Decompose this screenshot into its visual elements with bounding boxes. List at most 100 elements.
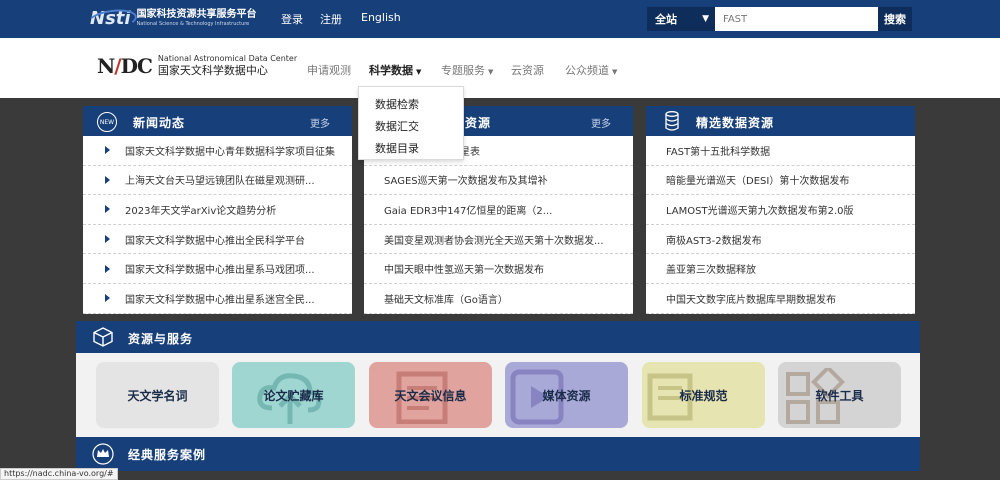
list-item[interactable]: 暗能量光谱巡天（DESI）第十次数据发布 [646, 166, 915, 196]
triangle-bullet-icon [105, 205, 110, 214]
news-more-link[interactable]: 更多 [310, 115, 330, 130]
list-item[interactable]: 中国天眼中性氢巡天第一次数据发布 [364, 254, 633, 284]
list-item[interactable]: SAGES巡天第一次数据发布及其增补 [364, 166, 633, 196]
card-software-tools[interactable]: 软件工具 [778, 362, 901, 428]
nadc-logo[interactable]: N/DC National Astronomical Data Center 国… [97, 54, 297, 78]
list-item[interactable]: 国家天文科学数据中心青年数据科学家项目征集 [83, 136, 352, 166]
science-data-dropdown: 数据检索 数据汇交 数据目录 [358, 86, 464, 160]
nadc-logo-cn: 国家天文科学数据中心 [157, 64, 268, 77]
list-item-text: 南极AST3-2数据发布 [666, 235, 762, 247]
list-item-text: 基础天文标准库（Go语言） [384, 294, 508, 306]
triangle-bullet-icon [105, 264, 110, 273]
card-label: 标准规范 [679, 388, 728, 403]
nav-public-channel-label: 公众频道 [565, 64, 609, 77]
news-panel-header: NEW 新闻动态 更多 [83, 106, 352, 136]
featured-data-header: 精选数据资源 [646, 106, 915, 136]
new-badge-icon: NEW [97, 112, 117, 132]
list-item[interactable]: 国家天文科学数据中心推出星系迷宫全民... [83, 284, 352, 314]
list-item[interactable]: 上海天文台天马望远镜团队在磁星观测研... [83, 166, 352, 196]
register-link[interactable]: 注册 [320, 11, 342, 27]
news-panel: NEW 新闻动态 更多 国家天文科学数据中心青年数据科学家项目征集 上海天文台天… [83, 106, 352, 314]
services-card-area: 天文学名词 论文贮藏库 天文会议信息 媒体资源 标准规范 软件工具 [76, 353, 920, 437]
list-item[interactable]: 国家天文科学数据中心推出星系马戏团项... [83, 254, 352, 284]
card-label: 论文贮藏库 [263, 388, 324, 403]
dropdown-item-data-submission[interactable]: 数据汇交 [375, 118, 419, 134]
nav-public-channel[interactable]: 公众频道 ▼ [565, 62, 617, 78]
list-item-text: 上海天文台天马望远镜团队在磁星观测研... [125, 176, 315, 188]
nav-special-services[interactable]: 专题服务 ▼ [441, 62, 493, 78]
nsti-logo[interactable]: Nsti 国家科技资源共享服务平台 National Science & Tec… [90, 6, 257, 30]
nadc-logo-en: National Astronomical Data Center [157, 54, 298, 63]
list-item-text: Gaia EDR3中147亿恒星的距离（2... [384, 205, 553, 217]
nav-science-data[interactable]: 科学数据 ▼ [369, 62, 421, 78]
list-item-text: FAST第十五批科学数据 [666, 146, 771, 158]
list-item-text: 国家天文科学数据中心推出星系迷宫全民... [125, 294, 315, 306]
list-item[interactable]: 国家天文科学数据中心推出全民科学平台 [83, 225, 352, 255]
crown-icon [92, 443, 114, 465]
search-scope-label: 全站 [655, 13, 677, 26]
cube-icon [93, 327, 113, 347]
english-link[interactable]: English [361, 11, 401, 24]
caret-down-icon: ▼ [416, 68, 422, 76]
card-paper-repository[interactable]: 论文贮藏库 [232, 362, 355, 428]
list-item-text: 国家天文科学数据中心青年数据科学家项目征集 [125, 146, 335, 158]
caret-down-icon: ▼ [612, 68, 618, 76]
services-section-bar: 资源与服务 [76, 321, 920, 353]
card-label: 媒体资源 [542, 388, 591, 403]
nadc-logo-mark: N/DC [97, 54, 153, 78]
list-item[interactable]: 美国变星观测者协会测光全天巡天第十次数据发... [364, 225, 633, 255]
list-item[interactable]: 基础天文标准库（Go语言） [364, 284, 633, 314]
card-label: 天文学名词 [127, 388, 188, 403]
list-item-text: 国家天文科学数据中心推出星系马戏团项... [125, 265, 315, 277]
top-bar: Nsti 国家科技资源共享服务平台 National Science & Tec… [0, 0, 1000, 38]
caret-down-icon: ▼ [488, 68, 494, 76]
card-standards[interactable]: 标准规范 [642, 362, 765, 428]
card-astronomy-terms[interactable]: 天文学名词 [96, 362, 219, 428]
card-label: 软件工具 [815, 388, 864, 403]
list-item-text: 2023年天文学arXiv论文趋势分析 [125, 205, 277, 217]
cases-section-title: 经典服务案例 [128, 448, 207, 462]
list-item[interactable]: 中国天文数字底片数据库早期数据发布 [646, 284, 915, 314]
list-item-text: LAMOST光谱巡天第九次数据发布第2.0版 [666, 205, 854, 217]
featured-data-panel: 精选数据资源 FAST第十五批科学数据 暗能量光谱巡天（DESI）第十次数据发布… [646, 106, 915, 314]
search-box: 全站 ▼ 搜索 [647, 7, 912, 31]
dropdown-item-data-catalog[interactable]: 数据目录 [375, 140, 419, 156]
list-item-text: 中国天眼中性氢巡天第一次数据发布 [384, 265, 544, 277]
triangle-bullet-icon [105, 294, 110, 303]
list-item[interactable]: 2023年天文学arXiv论文趋势分析 [83, 195, 352, 225]
nsti-logo-cn: 国家科技资源共享服务平台 [136, 9, 257, 20]
list-item-text: 暗能量光谱巡天（DESI）第十次数据发布 [666, 176, 850, 188]
list-item-text: 中国天文数字底片数据库早期数据发布 [666, 294, 836, 306]
list-item[interactable]: 南极AST3-2数据发布 [646, 225, 915, 255]
list-item-text: 盖亚第三次数据释放 [666, 265, 756, 277]
nsti-logo-mark: Nsti [90, 7, 131, 29]
site-header: N/DC National Astronomical Data Center 国… [0, 38, 1000, 98]
list-item[interactable]: Gaia EDR3中147亿恒星的距离（2... [364, 195, 633, 225]
cases-section-bar: 经典服务案例 [76, 437, 920, 471]
database-icon [665, 111, 679, 131]
search-button[interactable]: 搜索 [878, 7, 912, 31]
triangle-bullet-icon [105, 146, 110, 155]
list-item[interactable]: 盖亚第三次数据释放 [646, 254, 915, 284]
list-item-text: 国家天文科学数据中心推出全民科学平台 [125, 235, 305, 247]
login-link[interactable]: 登录 [281, 11, 303, 27]
dropdown-item-data-search[interactable]: 数据检索 [375, 96, 419, 112]
nav-science-data-label: 科学数据 [369, 64, 413, 77]
card-conference-info[interactable]: 天文会议信息 [369, 362, 492, 428]
nav-apply-observation[interactable]: 申请观测 [307, 62, 351, 78]
services-section-title: 资源与服务 [128, 332, 194, 346]
featured-data-title: 精选数据资源 [696, 116, 775, 130]
nsti-logo-en: National Science & Technology Infrastruc… [136, 21, 250, 27]
list-item-text: 美国变星观测者协会测光全天巡天第十次数据发... [384, 235, 604, 247]
nav-cloud-resources[interactable]: 云资源 [511, 62, 544, 78]
triangle-bullet-icon [105, 235, 110, 244]
triangle-bullet-icon [105, 175, 110, 184]
card-media-resources[interactable]: 媒体资源 [505, 362, 628, 428]
search-scope-select[interactable]: 全站 ▼ [647, 7, 715, 31]
resources-more-link[interactable]: 更多 [591, 115, 611, 130]
list-item[interactable]: LAMOST光谱巡天第九次数据发布第2.0版 [646, 195, 915, 225]
chevron-down-icon: ▼ [702, 14, 709, 24]
list-item[interactable]: FAST第十五批科学数据 [646, 136, 915, 166]
list-item-text: SAGES巡天第一次数据发布及其增补 [384, 176, 548, 188]
search-input[interactable] [715, 7, 878, 31]
